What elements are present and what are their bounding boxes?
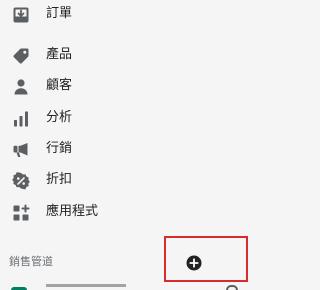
sidebar-item-discounts[interactable]: 折扣 [0,165,272,196]
apps-icon [12,204,30,222]
sidebar-item-products[interactable]: 產品 [0,40,272,71]
discount-icon [12,172,30,190]
tag-icon [12,47,30,65]
person-icon [12,78,30,96]
orders-icon [12,6,30,24]
sidebar-item-label: 顧客 [46,78,73,93]
sidebar-nav: 訂單 產品 顧客 分析 行銷 折扣 應用程式 銷售管道 [0,0,272,290]
plus-circle-icon [186,255,202,271]
sales-channels-heading: 銷售管道 [9,255,53,268]
bar-chart-icon [12,110,30,128]
sidebar-item-customers[interactable]: 顧客 [0,71,272,102]
sidebar-item-label: 產品 [46,47,73,62]
eye-icon [226,285,238,290]
sidebar-item-label: 應用程式 [46,204,99,219]
sidebar-item-label-cutoff [46,284,126,287]
sidebar-item-orders[interactable]: 訂單 [0,0,272,30]
sidebar-item-label: 分析 [46,110,73,125]
add-sales-channel-button[interactable] [164,236,248,282]
sidebar-item-label: 折扣 [46,172,73,187]
sidebar-item-label: 行銷 [46,141,73,156]
megaphone-icon [12,141,30,159]
sidebar-item-analytics[interactable]: 分析 [0,103,272,134]
sidebar-item-marketing[interactable]: 行銷 [0,134,272,165]
sidebar-item-apps[interactable]: 應用程式 [0,197,272,228]
sidebar-item-label: 訂單 [46,6,73,21]
sidebar-item-partial [0,284,272,290]
